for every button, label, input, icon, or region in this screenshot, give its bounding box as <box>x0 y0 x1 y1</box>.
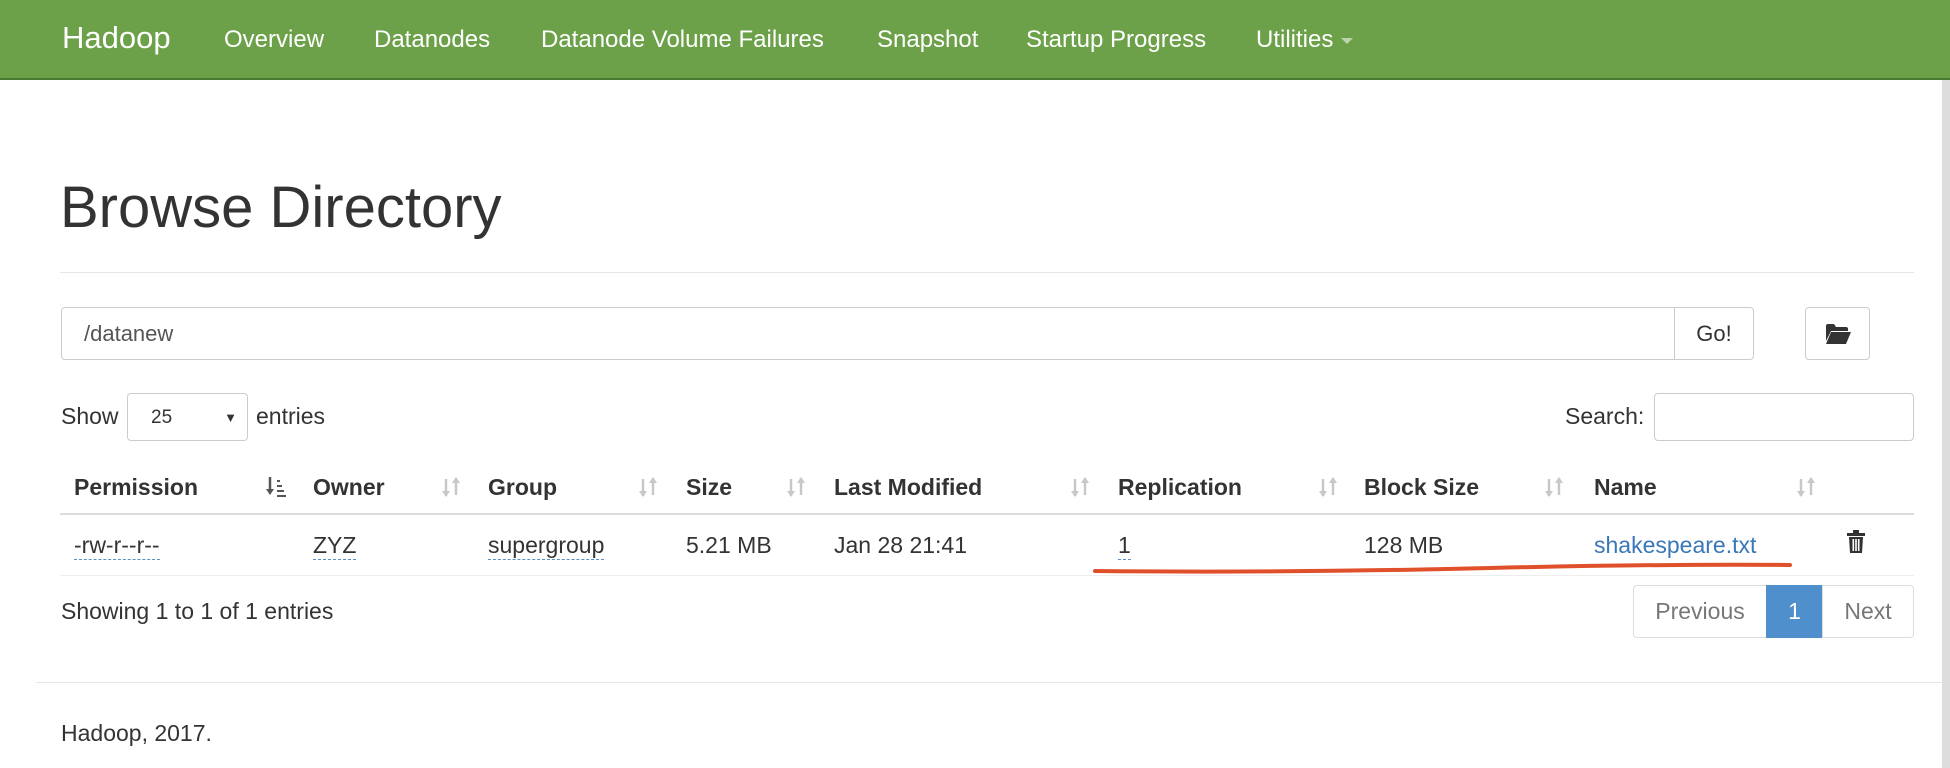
group-value[interactable]: supergroup <box>488 532 605 560</box>
nav-utilities-label: Utilities <box>1256 26 1334 53</box>
size-value: 5.21 MB <box>686 532 772 558</box>
annotation-underline <box>1093 562 1792 574</box>
top-navbar: Hadoop Overview Datanodes Datanode Volum… <box>0 0 1950 80</box>
nav-utilities-dropdown[interactable]: Utilities <box>1256 26 1354 54</box>
footer-text: Hadoop, 2017. <box>61 720 212 746</box>
next-page-button[interactable]: Next <box>1822 585 1914 638</box>
column-header-replication[interactable]: Replication <box>1118 474 1242 501</box>
window-scrollbar[interactable] <box>1942 80 1950 768</box>
caret-down-icon <box>1341 37 1354 44</box>
nav-startup-progress[interactable]: Startup Progress <box>1026 26 1206 54</box>
sort-both-icon[interactable] <box>1795 476 1817 498</box>
column-header-group[interactable]: Group <box>488 474 557 501</box>
sort-both-icon[interactable] <box>785 476 807 498</box>
trash-icon[interactable] <box>1846 530 1866 554</box>
page-1-button[interactable]: 1 <box>1766 585 1823 638</box>
column-header-last-modified[interactable]: Last Modified <box>834 474 982 501</box>
title-divider <box>60 272 1914 273</box>
search-input[interactable] <box>1654 393 1914 441</box>
column-header-owner[interactable]: Owner <box>313 474 385 501</box>
brand-link[interactable]: Hadoop <box>62 20 171 56</box>
owner-value[interactable]: ZYZ <box>313 532 357 560</box>
page-length-value: 25 <box>151 407 173 428</box>
footer-divider <box>36 682 1950 683</box>
page-title: Browse Directory <box>60 175 502 240</box>
sort-both-icon[interactable] <box>1317 476 1339 498</box>
replication-cell[interactable]: 1 <box>1118 532 1131 560</box>
search-label: Search: <box>1565 403 1645 429</box>
block-size-value: 128 MB <box>1364 532 1444 558</box>
file-name-link[interactable]: shakespeare.txt <box>1594 532 1756 559</box>
replication-value[interactable]: 1 <box>1118 532 1131 560</box>
create-directory-button[interactable] <box>1805 307 1870 360</box>
column-header-size[interactable]: Size <box>686 474 732 501</box>
owner-cell[interactable]: ZYZ <box>313 532 357 560</box>
column-header-block-size[interactable]: Block Size <box>1364 474 1479 501</box>
sort-ascending-icon[interactable] <box>265 476 287 498</box>
sort-both-icon[interactable] <box>440 476 462 498</box>
show-label: Show <box>61 403 119 429</box>
select-arrow-icon: ▼ <box>224 410 237 425</box>
previous-page-button[interactable]: Previous <box>1633 585 1767 638</box>
last-modified-value: Jan 28 21:41 <box>834 532 968 558</box>
entries-label: entries <box>256 403 326 429</box>
go-button[interactable]: Go! <box>1674 307 1754 360</box>
table-info: Showing 1 to 1 of 1 entries <box>61 598 334 624</box>
column-header-permission[interactable]: Permission <box>74 474 198 501</box>
sort-both-icon[interactable] <box>1543 476 1565 498</box>
directory-path-input[interactable]: /datanew <box>61 307 1675 360</box>
permission-value[interactable]: -rw-r--r-- <box>74 532 160 560</box>
sort-both-icon[interactable] <box>1069 476 1091 498</box>
group-cell[interactable]: supergroup <box>488 532 605 560</box>
nav-datanodes[interactable]: Datanodes <box>374 26 490 54</box>
folder-open-icon <box>1826 324 1851 344</box>
nav-overview[interactable]: Overview <box>224 26 324 54</box>
sort-both-icon[interactable] <box>637 476 659 498</box>
column-header-name[interactable]: Name <box>1594 474 1657 501</box>
permission-cell[interactable]: -rw-r--r-- <box>74 532 160 560</box>
nav-snapshot[interactable]: Snapshot <box>877 26 978 54</box>
nav-datanode-volume-failures[interactable]: Datanode Volume Failures <box>541 26 824 54</box>
page-length-select[interactable]: 25 ▼ <box>127 393 248 441</box>
table-header-divider <box>60 513 1914 515</box>
